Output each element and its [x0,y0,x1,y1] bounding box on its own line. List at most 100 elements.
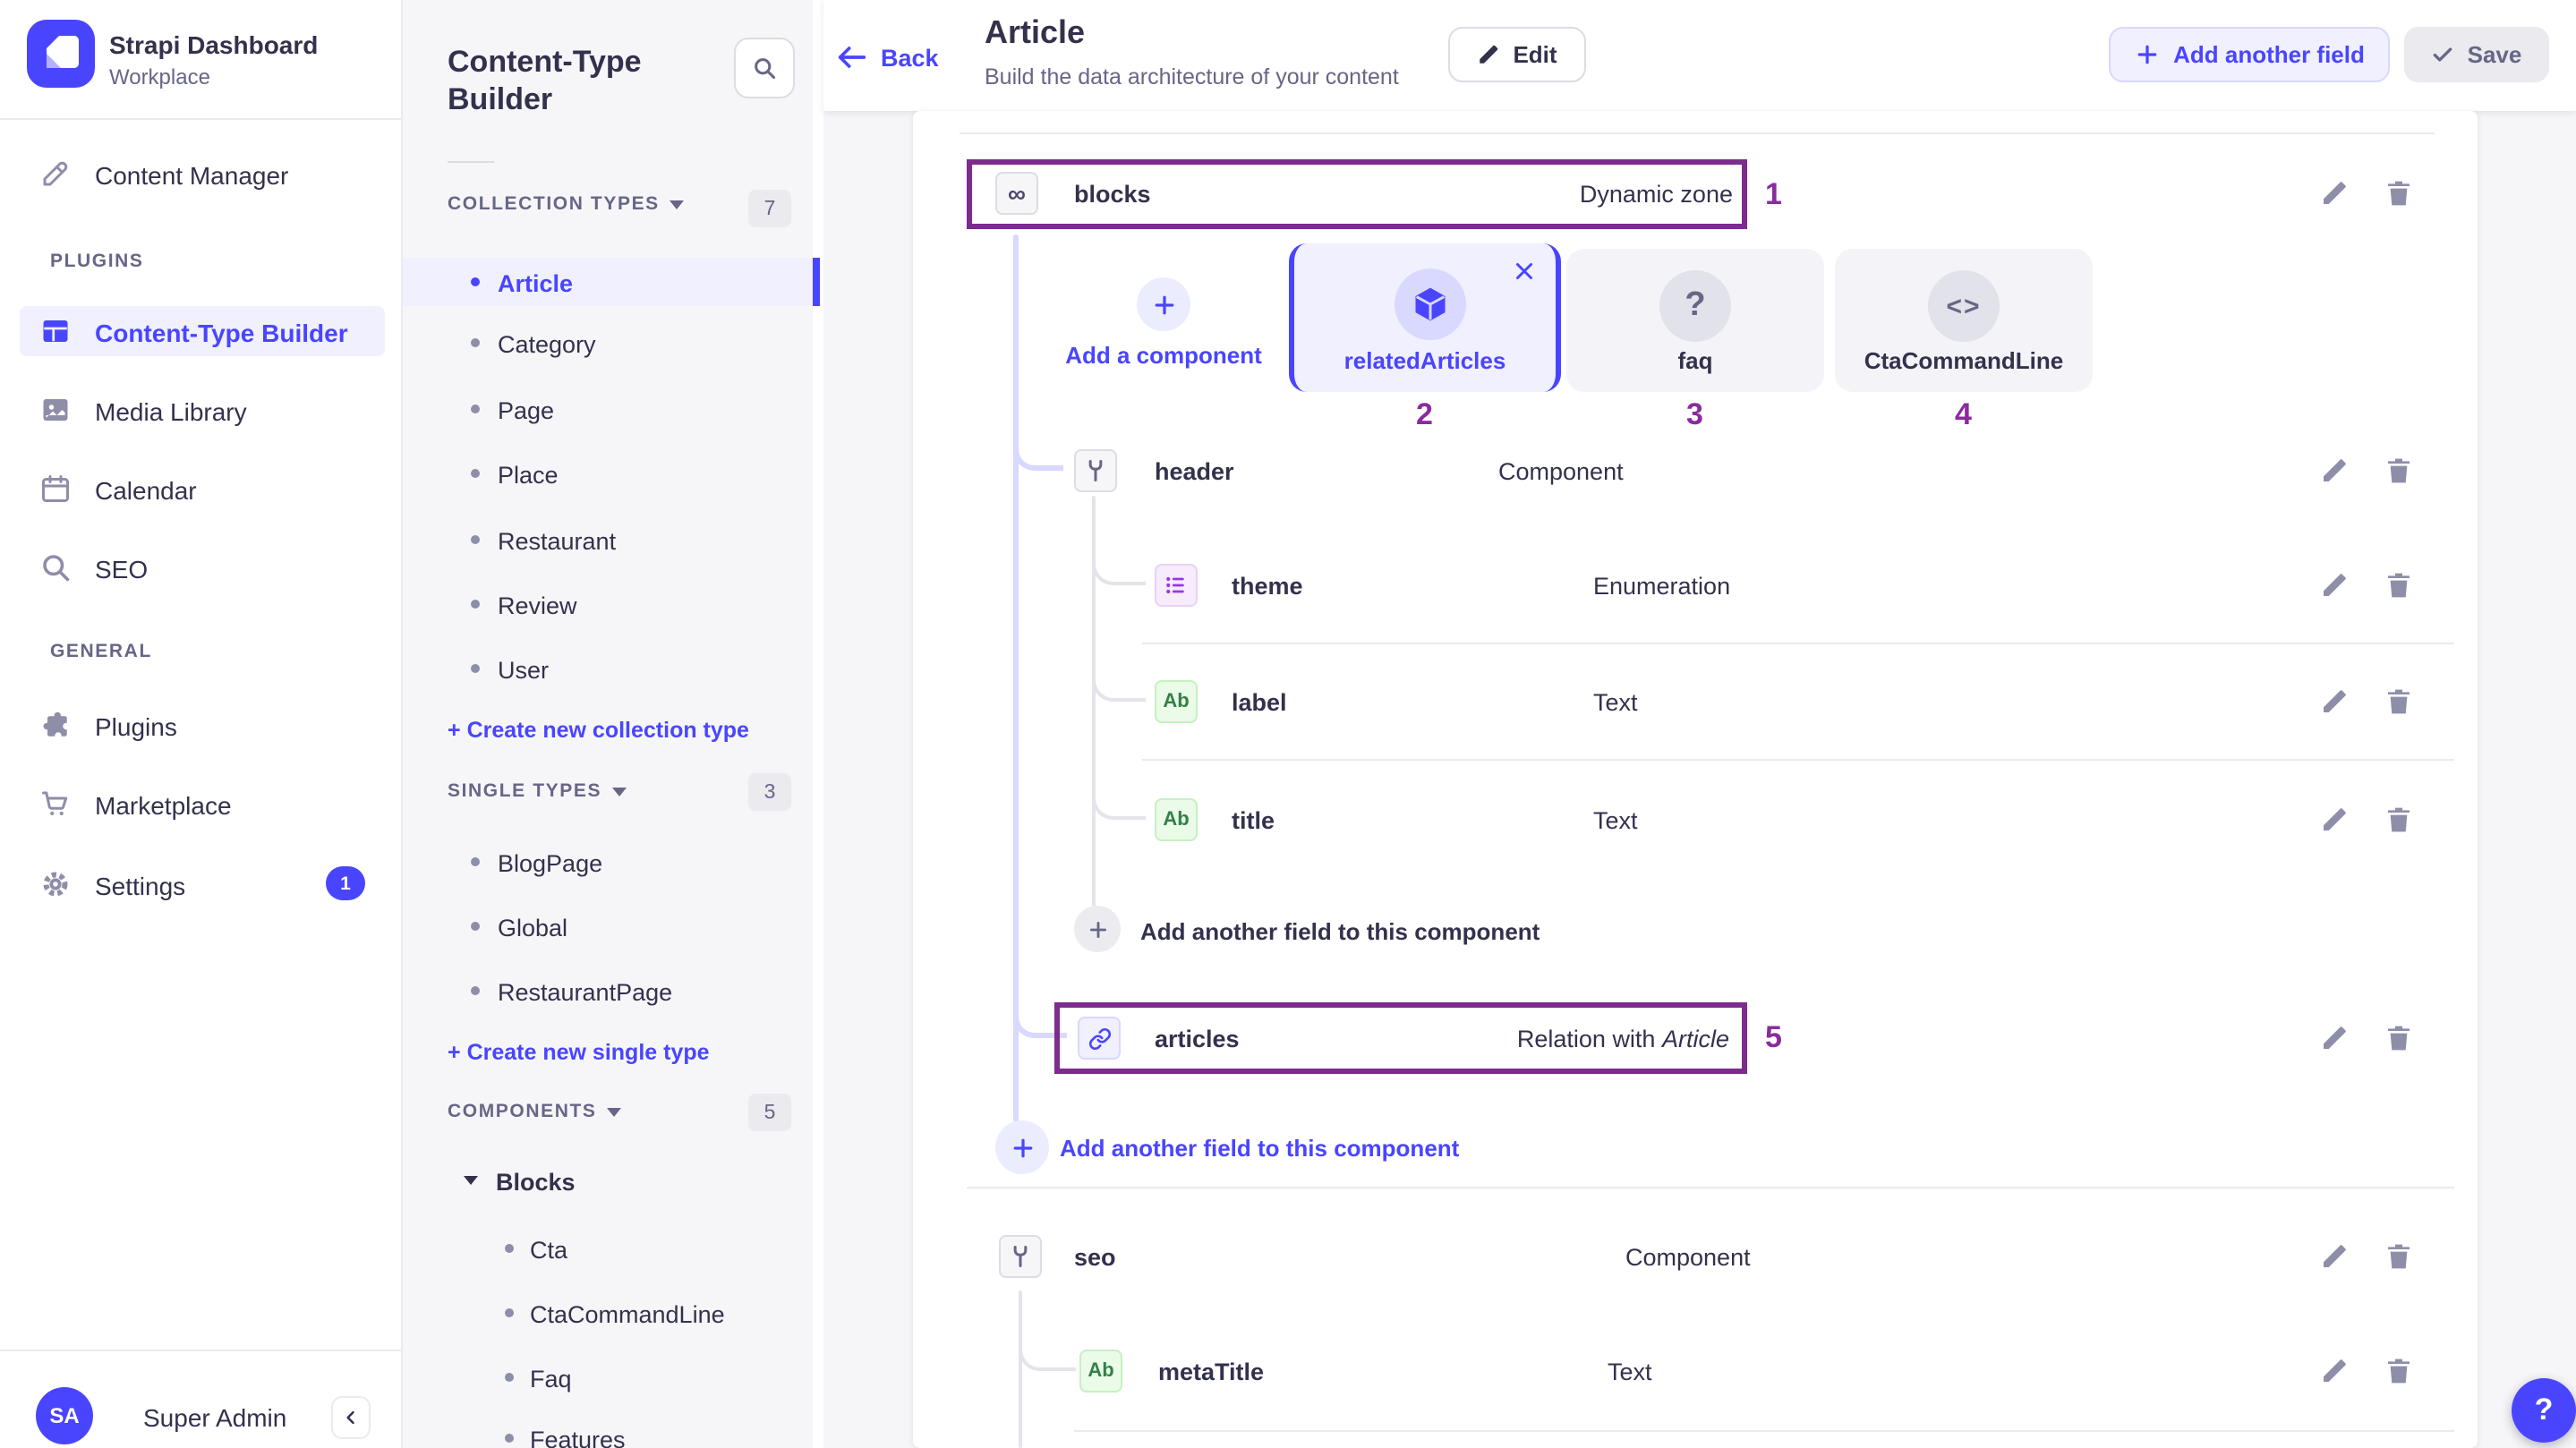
create-collection-type-link[interactable]: + Create new collection type [448,718,749,743]
item-user[interactable]: User [498,657,549,684]
edit-field-button[interactable] [2320,805,2349,834]
pencil-icon [2320,571,2349,600]
item-restaurantpage[interactable]: RestaurantPage [498,979,672,1006]
edit-field-button[interactable] [2320,1357,2349,1385]
edit-field-button[interactable] [2320,1024,2349,1052]
plus-icon [1150,291,1177,318]
bullet-icon [471,986,480,995]
plugins-icon [39,709,72,741]
chevron-down-icon[interactable] [464,1176,478,1185]
field-name: label [1232,689,1287,718]
sidebar-item-calendar[interactable]: Calendar [95,476,197,505]
plus-icon [2134,41,2161,68]
bullet-icon [471,535,480,544]
back-link[interactable]: Back [881,45,939,72]
tree-branch [1092,789,1146,820]
seo-tree-line [1019,1290,1022,1448]
divider [0,1350,403,1351]
pencil-icon [2320,1357,2349,1385]
item-article[interactable]: Article [498,270,573,297]
item-global[interactable]: Global [498,915,567,941]
back-arrow-icon[interactable] [834,39,870,75]
delete-field-button[interactable] [2384,571,2413,600]
general-section-label: GENERAL [50,641,152,662]
item-ctacommandline[interactable]: CtaCommandLine [530,1301,725,1328]
divider [1074,1430,2454,1432]
component-card-ctacommandline[interactable]: <> CtaCommandLine [1835,249,2093,392]
item-restaurant[interactable]: Restaurant [498,528,616,555]
delete-field-button[interactable] [2384,1357,2413,1385]
edit-field-button[interactable] [2320,456,2349,485]
annotation-3: 3 [1686,397,1703,433]
pencil-icon [2320,456,2349,485]
field-type: Component [1625,1244,1751,1273]
delete-field-button[interactable] [2384,179,2413,208]
collection-types-header[interactable]: COLLECTION TYPES [448,193,685,215]
user-name[interactable]: Super Admin [143,1403,286,1432]
divider [448,161,494,163]
item-review[interactable]: Review [498,592,577,619]
check-icon [2432,43,2455,66]
add-component-button[interactable] [1137,277,1190,331]
sidebar-item-settings[interactable]: Settings [95,872,185,900]
components-label: COMPONENTS [448,1101,597,1122]
scrollbar-track[interactable] [813,0,823,1448]
trash-icon [2384,179,2413,208]
annotation-4: 4 [1955,397,1972,433]
edit-field-button[interactable] [2320,571,2349,600]
item-cta[interactable]: Cta [530,1237,567,1264]
add-component-label[interactable]: Add a component [1038,342,1289,369]
help-button[interactable]: ? [2512,1378,2576,1443]
add-another-field-button[interactable]: Add another field [2109,27,2390,82]
save-button[interactable]: Save [2404,27,2549,82]
sidebar-item-content-manager[interactable]: Content Manager [95,161,288,190]
group-blocks[interactable]: Blocks [496,1169,576,1196]
create-single-type-link[interactable]: + Create new single type [448,1040,710,1065]
component-card-relatedarticles[interactable]: relatedArticles [1289,243,1561,392]
delete-field-button[interactable] [2384,1242,2413,1271]
delete-field-button[interactable] [2384,456,2413,485]
edit-field-button[interactable] [2320,179,2349,208]
item-blogpage[interactable]: BlogPage [498,850,602,877]
field-name: articles [1155,1026,1240,1054]
item-page[interactable]: Page [498,397,554,424]
question-icon: ? [2535,1393,2554,1428]
item-category[interactable]: Category [498,331,596,358]
add-field-to-component-button[interactable] [1074,906,1121,952]
delete-field-button[interactable] [2384,805,2413,834]
delete-field-button[interactable] [2384,687,2413,716]
item-features[interactable]: Features [530,1427,626,1448]
sidebar-item-seo[interactable]: SEO [95,555,148,583]
component-card-faq[interactable]: ? faq [1566,249,1824,392]
marketplace-icon [39,788,72,820]
search-button[interactable] [734,38,795,98]
add-field-to-dynamiczone-button[interactable] [995,1120,1049,1174]
sidebar-item-label: Content-Type Builder [95,319,348,347]
single-types-header[interactable]: SINGLE TYPES [448,780,627,802]
avatar[interactable]: SA [36,1387,93,1444]
collapse-sidebar-button[interactable] [331,1396,371,1439]
workspace-label: Workplace [109,64,210,89]
search-icon [752,55,777,81]
edit-field-button[interactable] [2320,1242,2349,1271]
trash-icon [2384,1242,2413,1271]
field-name: seo [1074,1244,1116,1273]
sidebar-item-article-active[interactable] [403,258,813,306]
annotation-2: 2 [1416,397,1433,433]
sidebar-item-marketplace[interactable]: Marketplace [95,791,232,820]
edit-button[interactable]: Edit [1448,27,1586,82]
add-field-to-component-label[interactable]: Add another field to this component [1140,918,1540,945]
edit-field-button[interactable] [2320,687,2349,716]
field-type: Text [1593,807,1638,836]
components-header[interactable]: COMPONENTS [448,1101,622,1122]
pencil-icon [1477,43,1500,66]
add-field-to-dynamiczone-label[interactable]: Add another field to this component [1060,1135,1459,1162]
sidebar-item-media-library[interactable]: Media Library [95,397,247,426]
component-card-label: CtaCommandLine [1835,347,2093,374]
close-icon[interactable] [1511,258,1538,285]
delete-field-button[interactable] [2384,1024,2413,1052]
item-faq[interactable]: Faq [530,1366,572,1393]
content-type-builder-icon [39,315,72,347]
item-place[interactable]: Place [498,462,559,489]
sidebar-item-plugins[interactable]: Plugins [95,712,177,741]
